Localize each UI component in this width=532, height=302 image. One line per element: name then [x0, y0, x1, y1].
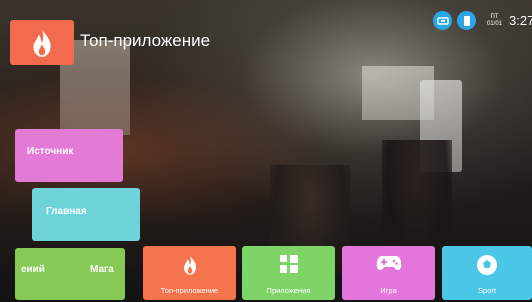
top-app-label: Топ-приложение: [160, 286, 219, 295]
game-button[interactable]: Игра: [342, 246, 435, 300]
sport-label: Sport: [478, 286, 496, 295]
network-icon[interactable]: [433, 11, 452, 30]
soccer-ball-icon: [477, 255, 497, 275]
flame-icon: [183, 255, 196, 275]
apps-label: Приложения: [266, 286, 311, 295]
app-store-tile[interactable]: ений Мага: [15, 248, 125, 300]
sport-button[interactable]: Sport: [442, 246, 532, 300]
page-title: Топ-приложение: [80, 31, 211, 50]
home-label: Главная: [46, 206, 87, 217]
clock: 3:27: [509, 13, 532, 28]
top-app-button[interactable]: Топ-приложение: [143, 246, 236, 300]
apps-button[interactable]: Приложения: [242, 246, 335, 300]
source-tile[interactable]: Источник: [15, 129, 123, 182]
source-label: Источник: [27, 146, 74, 157]
date-display: ПТ 01/01: [487, 13, 503, 27]
gamepad-icon: [376, 256, 401, 270]
top-app-tile[interactable]: [10, 20, 74, 65]
app-store-label-left: ений: [21, 264, 45, 275]
apps-grid-icon: [279, 255, 298, 273]
home-tile[interactable]: Главная: [32, 188, 140, 241]
game-label: Игра: [380, 286, 397, 295]
flame-icon: [33, 28, 51, 57]
app-store-label-right: Мага: [90, 264, 114, 275]
storage-icon[interactable]: [457, 11, 476, 30]
status-bar: ПТ 01/01 3:27: [433, 11, 532, 30]
